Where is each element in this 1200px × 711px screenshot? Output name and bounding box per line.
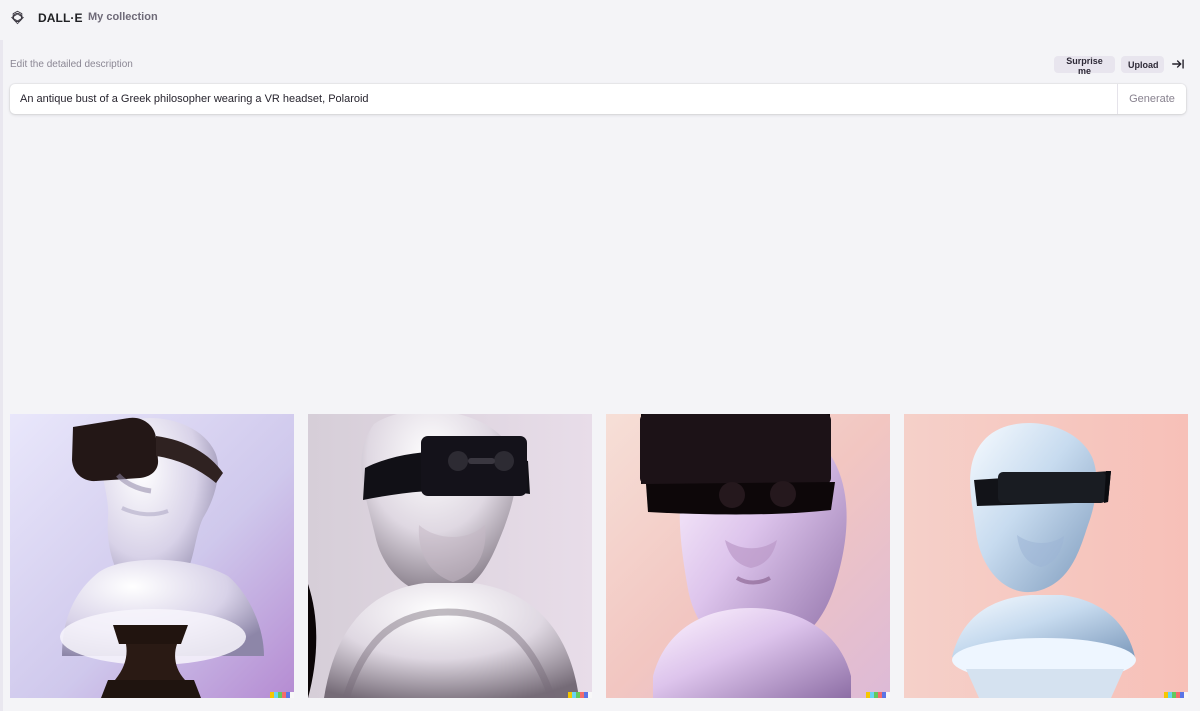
arrow-right-to-line-icon[interactable] <box>1171 57 1185 71</box>
statue-vr-image-4 <box>904 414 1188 698</box>
prompt-input[interactable] <box>10 84 1116 114</box>
openai-logo-icon[interactable] <box>9 9 26 26</box>
prompt-box: Generate <box>10 84 1186 114</box>
upload-button[interactable]: Upload <box>1121 56 1164 73</box>
generated-image-4[interactable] <box>904 414 1188 698</box>
app-title: DALL·E <box>38 11 83 25</box>
surprise-me-button[interactable]: Surprise me <box>1054 56 1115 76</box>
left-divider <box>0 40 3 711</box>
generated-image-1[interactable] <box>10 414 294 698</box>
generate-button[interactable]: Generate <box>1117 84 1186 114</box>
my-collection-link[interactable]: My collection <box>88 11 158 23</box>
statue-vr-image-1 <box>10 414 294 698</box>
generated-image-3[interactable] <box>606 414 890 698</box>
prompt-label: Edit the detailed description <box>10 59 133 70</box>
generated-image-2[interactable] <box>308 414 592 698</box>
statue-vr-image-3 <box>606 414 890 698</box>
top-bar: DALL·E My collection <box>0 0 1200 40</box>
statue-vr-image-2 <box>308 414 592 698</box>
